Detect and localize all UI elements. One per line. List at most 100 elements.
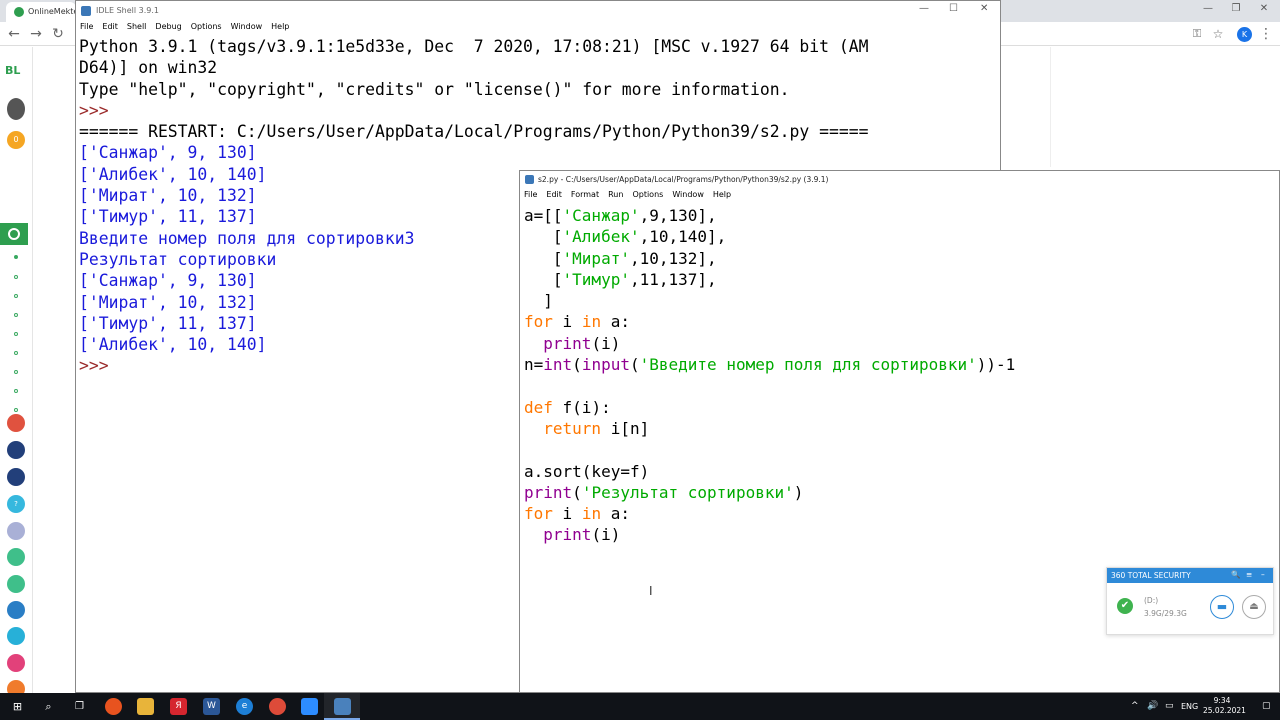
network-icon[interactable]: ▭ — [1165, 701, 1174, 711]
app-icon-blue[interactable] — [7, 601, 25, 619]
browser-maximize-icon[interactable]: ❐ — [1226, 3, 1246, 14]
nav-dot[interactable] — [14, 255, 18, 259]
app-icon-green-1[interactable] — [7, 548, 25, 566]
browser-tab[interactable]: OnlineMekte — [6, 2, 76, 22]
app-icon-smart-2[interactable] — [7, 468, 25, 486]
task-view-icon[interactable]: ❐ — [71, 698, 88, 715]
editor-menu-file[interactable]: File — [524, 190, 537, 199]
firefox-icon[interactable] — [105, 698, 122, 715]
nav-dot[interactable] — [14, 275, 18, 279]
clock-date: 25.02.2021 — [1203, 706, 1246, 715]
edge-icon[interactable]: e — [236, 698, 253, 715]
active-task — [324, 693, 360, 720]
word-icon[interactable]: W — [203, 698, 220, 715]
app-icon-cyan[interactable] — [7, 627, 25, 645]
nav-dot[interactable] — [14, 313, 18, 317]
search-icon[interactable]: ⌕ — [40, 698, 57, 715]
shell-menu-debug[interactable]: Debug — [155, 22, 181, 31]
tray-up-icon[interactable]: ^ — [1131, 701, 1139, 711]
nav-dot[interactable] — [14, 408, 18, 412]
browser-close-icon[interactable]: ✕ — [1254, 3, 1274, 14]
explorer-icon[interactable] — [137, 698, 154, 715]
editor-menu-format[interactable]: Format — [571, 190, 599, 199]
help-icon[interactable]: ? — [7, 495, 25, 513]
code-token: [ — [524, 248, 563, 268]
yandex-icon[interactable]: Я — [170, 698, 187, 715]
code-token: input — [581, 355, 630, 375]
editor-menu-help[interactable]: Help — [713, 190, 731, 199]
chrome-icon[interactable] — [269, 698, 286, 715]
editor-menu-window[interactable]: Window — [672, 190, 704, 199]
nav-dot[interactable] — [14, 332, 18, 336]
profile-avatar[interactable]: K — [1237, 27, 1252, 42]
back-icon[interactable]: ← — [6, 26, 22, 42]
menu-icon[interactable]: ≡ — [1246, 570, 1252, 579]
nav-dot[interactable] — [14, 370, 18, 374]
shell-titlebar[interactable]: IDLE Shell 3.9.1 — [76, 1, 1000, 21]
shell-minimize-icon[interactable]: — — [919, 3, 929, 14]
code-token: a=[[ — [524, 206, 563, 225]
zoom-icon[interactable] — [301, 698, 318, 715]
app-icon-red[interactable] — [7, 414, 25, 432]
volume-icon[interactable]: 🔊 — [1147, 701, 1158, 711]
editor-menu-options[interactable]: Options — [632, 190, 663, 199]
app-icon-pink[interactable] — [7, 654, 25, 672]
site-logo[interactable]: BL — [5, 64, 20, 77]
code-line: a=[['Санжар',9,130], — [524, 205, 1274, 226]
home-icon — [8, 228, 20, 240]
notifications-icon[interactable]: ▢ — [1262, 701, 1271, 711]
shell-menu-options[interactable]: Options — [191, 22, 222, 31]
browser-menu-icon[interactable]: ⋮ — [1258, 26, 1274, 42]
shell-close-icon[interactable]: ✕ — [980, 3, 988, 14]
key-icon[interactable]: ⚿ — [1189, 26, 1205, 42]
windows-start-icon[interactable]: ⊞ — [9, 698, 26, 715]
shell-menu-file[interactable]: File — [80, 22, 93, 31]
editor-menubar: File Edit Format Run Options Window Help — [520, 189, 1279, 203]
app-icon-lavender[interactable] — [7, 522, 25, 540]
editor-titlebar[interactable]: s2.py - C:/Users/User/AppData/Local/Prog… — [520, 171, 1279, 188]
search-icon[interactable]: 🔍 — [1231, 570, 1240, 579]
code-line: return i[n] — [524, 418, 1274, 439]
shell-maximize-icon[interactable]: ☐ — [949, 3, 958, 14]
nav-dot[interactable] — [14, 294, 18, 298]
code-line: def f(i): — [524, 397, 1274, 418]
minimize-icon[interactable]: – — [1261, 570, 1265, 579]
page-content — [1000, 47, 1280, 167]
editor-menu-run[interactable]: Run — [608, 190, 623, 199]
code-token: int — [543, 355, 573, 375]
app-icon-green-2[interactable] — [7, 575, 25, 593]
shell-menu-window[interactable]: Window — [231, 22, 263, 31]
user-avatar[interactable] — [7, 98, 25, 120]
shell-menubar: File Edit Shell Debug Options Window Help — [76, 21, 1000, 35]
python-icon — [81, 6, 91, 16]
star-icon[interactable]: ☆ — [1210, 26, 1226, 42]
clock[interactable]: 9:34 25.02.2021 — [1203, 696, 1246, 716]
shell-menu-edit[interactable]: Edit — [102, 22, 118, 31]
reload-icon[interactable]: ↻ — [50, 26, 66, 42]
code-token: ] — [524, 291, 553, 311]
nav-dot[interactable] — [14, 351, 18, 355]
language-indicator[interactable]: ENG — [1181, 702, 1198, 711]
shell-title: IDLE Shell 3.9.1 — [96, 6, 159, 15]
python-file-icon — [525, 175, 534, 184]
code-token: 'Санжар' — [562, 206, 640, 225]
shell-menu-help[interactable]: Help — [271, 22, 289, 31]
points-badge[interactable]: 0 — [7, 131, 25, 149]
app-icon-smart-1[interactable] — [7, 441, 25, 459]
editor-menu-edit[interactable]: Edit — [546, 190, 562, 199]
code-token: ,10,140], — [639, 227, 727, 247]
folder-icon[interactable]: ▬ — [1210, 595, 1234, 619]
browser-minimize-icon[interactable]: — — [1198, 3, 1218, 14]
code-line: print('Результат сортировки') — [524, 482, 1274, 503]
nav-dot[interactable] — [14, 389, 18, 393]
eject-icon[interactable]: ⏏ — [1242, 595, 1266, 619]
shell-menu-shell[interactable]: Shell — [127, 22, 147, 31]
code-token: a: — [601, 504, 630, 524]
sidebar-active-item[interactable] — [0, 223, 28, 245]
code-area[interactable]: a=[['Санжар',9,130], ['Алибек',10,140], … — [524, 205, 1274, 546]
shell-line: Python 3.9.1 (tags/v3.9.1:1e5d33e, Dec 7… — [79, 37, 869, 56]
code-token: ,9,130], — [639, 206, 717, 225]
forward-icon[interactable]: → — [28, 26, 44, 42]
mouse-cursor-icon: I — [649, 584, 653, 598]
